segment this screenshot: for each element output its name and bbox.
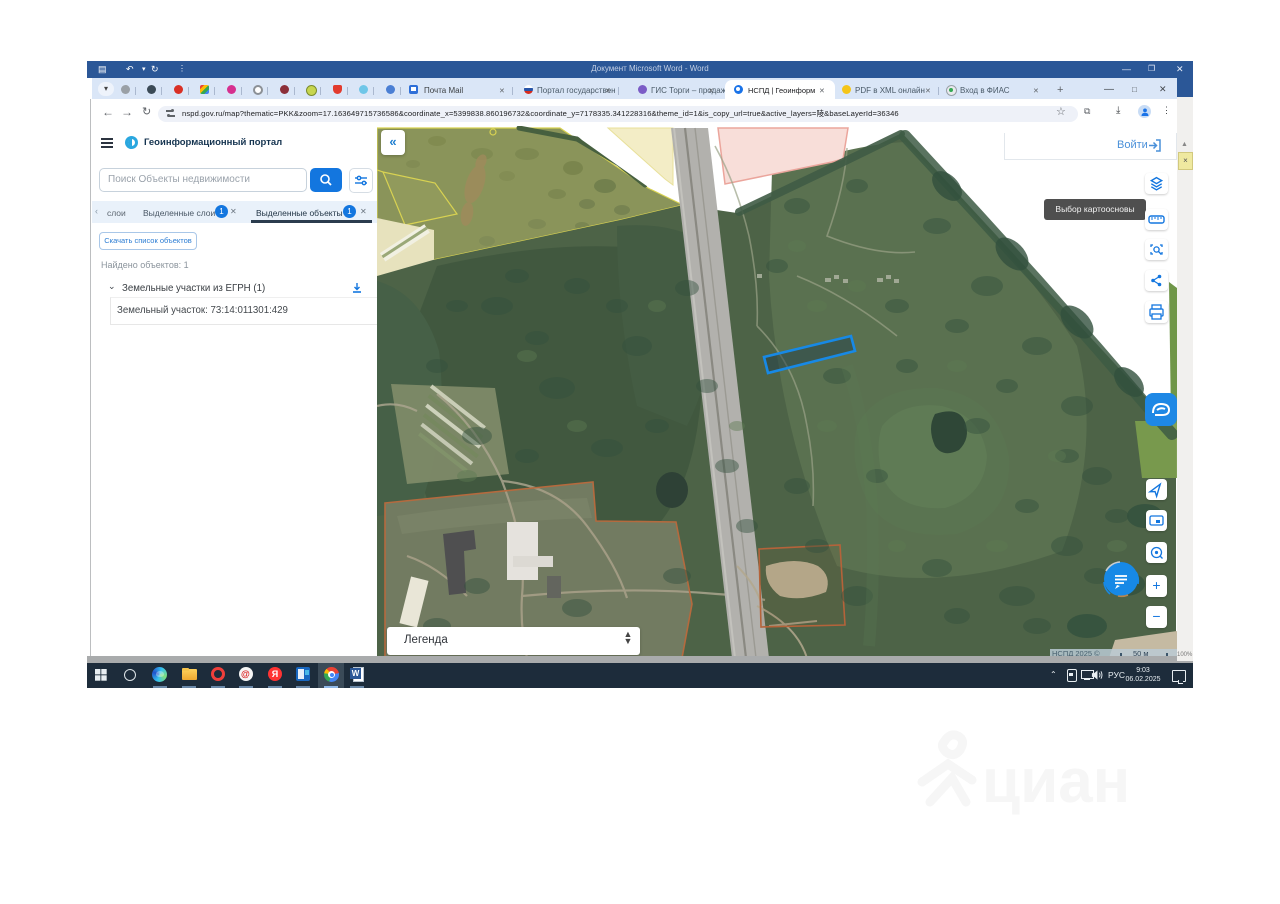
svg-text:циан: циан [982,747,1130,816]
